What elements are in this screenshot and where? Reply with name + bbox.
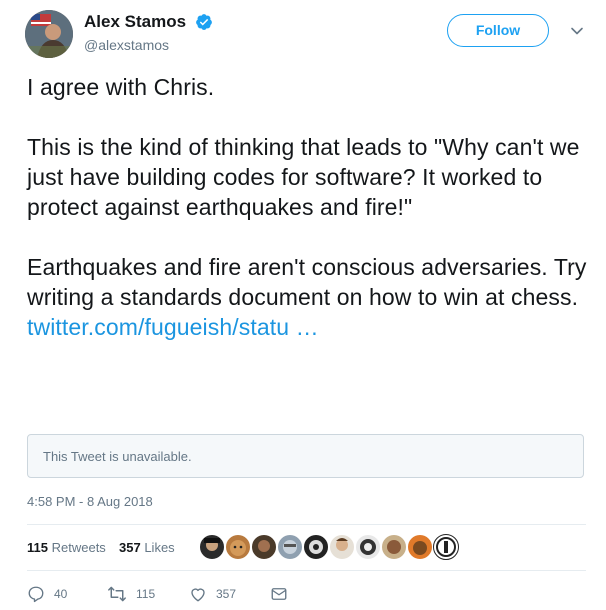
liker-avatar[interactable] (355, 534, 381, 560)
tweet-paragraph: I agree with Chris. (27, 74, 215, 100)
liker-avatar[interactable] (303, 534, 329, 560)
liker-avatar[interactable] (251, 534, 277, 560)
timestamp[interactable]: 4:58 PM - 8 Aug 2018 (27, 494, 153, 509)
likes-label: Likes (144, 540, 175, 555)
reply-icon (28, 586, 44, 603)
liker-avatar[interactable] (225, 534, 251, 560)
liker-avatar[interactable] (329, 534, 355, 560)
reply-button[interactable]: 40 (27, 582, 67, 606)
like-count: 357 (216, 587, 237, 601)
retweets-label: Retweets (51, 540, 106, 555)
tweet-text: I agree with Chris. This is the kind of … (27, 72, 592, 342)
tweet-link[interactable]: twitter.com/fugueish/statu … (27, 314, 319, 340)
likes-stat[interactable]: 357 Likes (119, 540, 175, 555)
tweet-paragraph: This is the kind of thinking that leads … (27, 134, 580, 220)
liker-avatar[interactable] (199, 534, 225, 560)
retweet-button[interactable]: 115 (107, 582, 155, 606)
like-icon (191, 588, 205, 602)
divider (27, 524, 586, 525)
retweet-count: 115 (136, 587, 156, 601)
unavailable-tweet-card: This Tweet is unavailable. (27, 434, 584, 478)
display-name[interactable]: Alex Stamos (84, 12, 186, 32)
retweets-count: 115 (27, 540, 48, 555)
tweet-actions: 40 115 357 (27, 582, 586, 606)
liker-avatar[interactable] (381, 534, 407, 560)
divider (27, 570, 586, 571)
name-block: Alex Stamos @alexstamos (84, 12, 213, 53)
retweets-stat[interactable]: 115 Retweets (27, 540, 106, 555)
dm-icon (271, 588, 287, 600)
chevron-down-icon[interactable] (570, 24, 584, 38)
retweet-icon (108, 586, 126, 602)
tweet-header: Alex Stamos @alexstamos Follow (25, 10, 595, 60)
liker-avatar[interactable] (407, 534, 433, 560)
tweet-stats: 115 Retweets 357 Likes (27, 526, 586, 570)
likes-count: 357 (119, 540, 141, 555)
like-button[interactable]: 357 (189, 582, 236, 606)
verified-badge-icon (195, 14, 212, 30)
unavailable-text: This Tweet is unavailable. (43, 449, 192, 464)
avatar[interactable] (25, 10, 73, 58)
liker-avatar[interactable] (433, 534, 459, 560)
dm-button[interactable] (270, 582, 297, 606)
tweet-paragraph: Earthquakes and fire aren't conscious ad… (27, 254, 587, 310)
user-handle[interactable]: @alexstamos (84, 37, 213, 53)
liker-avatar[interactable] (277, 534, 303, 560)
reply-count: 40 (54, 587, 68, 601)
follow-button[interactable]: Follow (447, 14, 549, 47)
